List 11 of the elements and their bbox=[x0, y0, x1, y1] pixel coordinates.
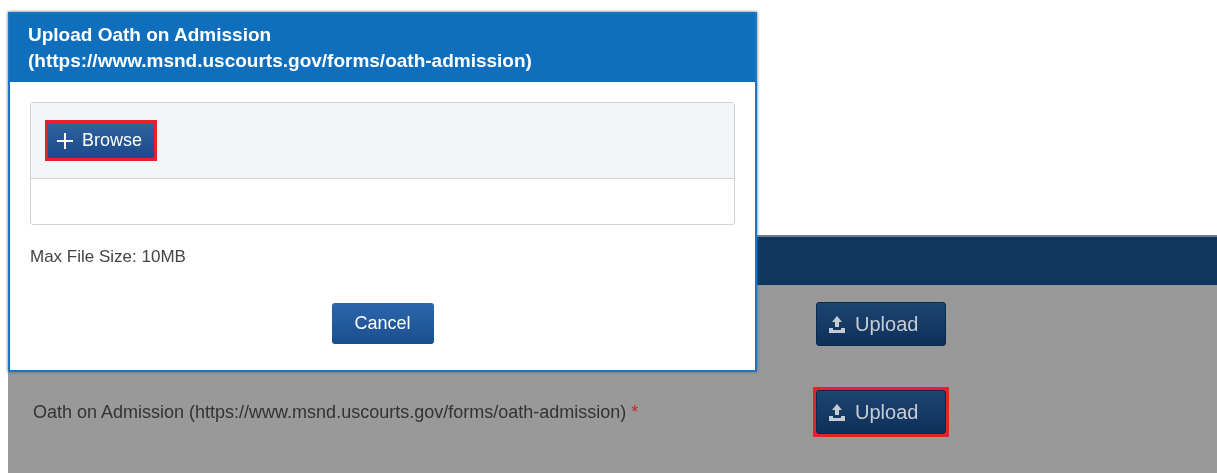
file-drop-area[interactable]: Browse bbox=[30, 102, 735, 225]
max-size-note: Max File Size: 10MB bbox=[30, 247, 187, 267]
upload-icon bbox=[827, 314, 847, 334]
upload-button[interactable]: Upload bbox=[816, 302, 946, 346]
upload-icon bbox=[827, 402, 847, 422]
browse-button[interactable]: Browse bbox=[48, 123, 155, 158]
field-label: Oath on Admission (https://www.msnd.uscourts.gov/forms/oath-admission) bbox=[33, 401, 627, 422]
plus-icon bbox=[56, 131, 74, 150]
cancel-button[interactable]: Cancel bbox=[331, 303, 434, 344]
required-mark: * bbox=[631, 401, 639, 422]
upload-button[interactable]: Upload bbox=[816, 390, 946, 434]
